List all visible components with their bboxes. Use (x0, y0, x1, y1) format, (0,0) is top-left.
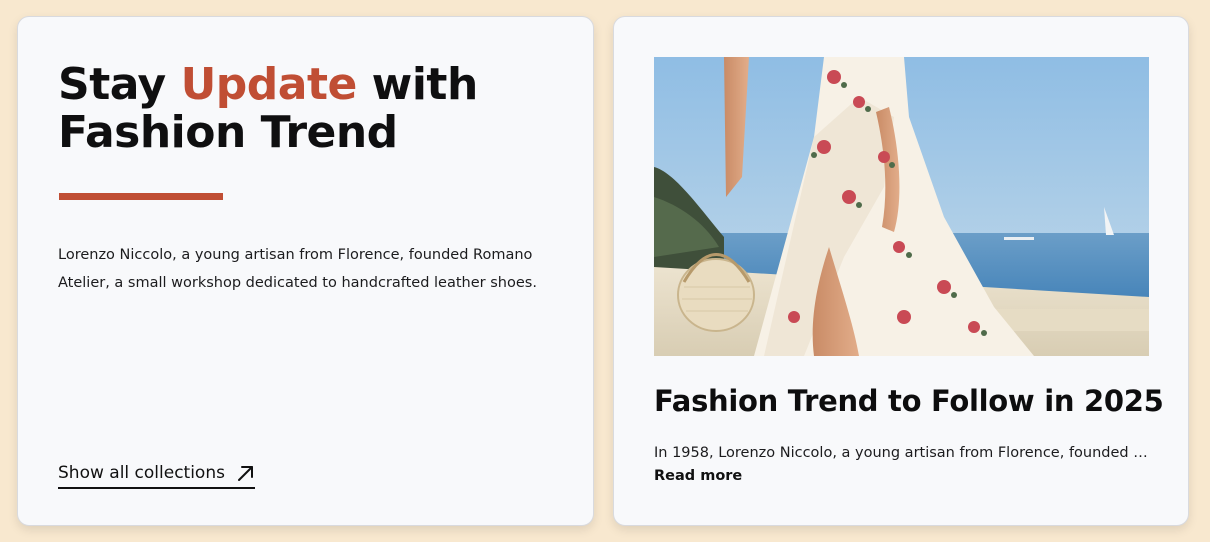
hero-title-start: Stay (58, 59, 181, 110)
fashion-photo-illustration (654, 57, 1149, 356)
hero-title-accent: Update (180, 59, 358, 110)
show-all-collections-link[interactable]: Show all collections (58, 463, 255, 489)
article-excerpt: In 1958, Lorenzo Niccolo, a young artisa… (654, 445, 1150, 461)
intro-card: Stay Update with Fashion Trend Lorenzo N… (17, 16, 594, 526)
article-image[interactable] (654, 57, 1149, 356)
show-all-collections-label: Show all collections (58, 463, 225, 483)
hero-description: Lorenzo Niccolo, a young artisan from Fl… (58, 247, 537, 291)
article-card[interactable]: Fashion Trend to Follow in 2025 In 1958,… (613, 16, 1189, 526)
arrow-up-right-icon (237, 464, 255, 482)
read-more-link[interactable]: Read more (654, 468, 742, 484)
accent-divider (59, 193, 223, 200)
article-title[interactable]: Fashion Trend to Follow in 2025 (654, 381, 1164, 421)
hero-title: Stay Update with Fashion Trend (58, 61, 593, 157)
